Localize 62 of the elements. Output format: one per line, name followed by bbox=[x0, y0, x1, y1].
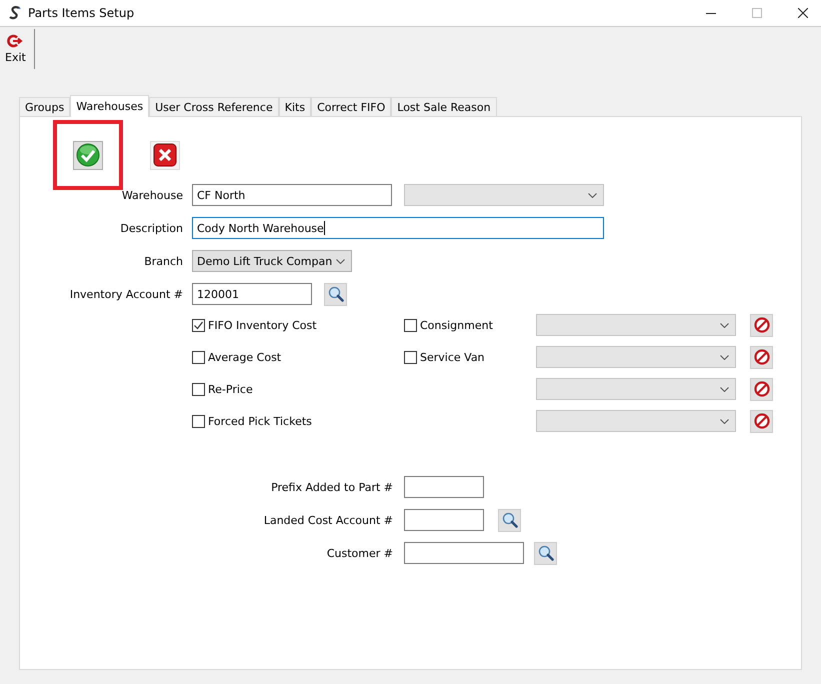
window-title: Parts Items Setup bbox=[28, 6, 134, 20]
field-label: Prefix Added to Part # bbox=[270, 480, 393, 494]
caret-icon bbox=[720, 386, 729, 392]
tab[interactable]: Correct FIFO bbox=[311, 97, 392, 116]
checkbox[interactable] bbox=[404, 350, 417, 364]
field-label: Landed Cost Account # bbox=[262, 514, 393, 526]
prohibited-icon bbox=[754, 349, 770, 365]
checkbox-option[interactable]: FIFO Inventory Cost bbox=[192, 318, 404, 332]
checkbox[interactable] bbox=[192, 350, 205, 364]
text-field[interactable] bbox=[404, 509, 484, 531]
clear-button[interactable] bbox=[750, 314, 773, 336]
field-label: Customer # bbox=[326, 546, 393, 560]
text-field[interactable]: CF North bbox=[192, 184, 392, 206]
clear-button[interactable] bbox=[750, 346, 773, 368]
search-button[interactable] bbox=[324, 282, 347, 306]
search-button[interactable] bbox=[534, 542, 557, 564]
app-icon bbox=[9, 6, 21, 20]
checkbox-option[interactable]: Re-Price bbox=[192, 382, 404, 396]
checkbox-option[interactable]: Average Cost bbox=[192, 350, 404, 364]
dropdown[interactable]: Demo Lift Truck Compan bbox=[192, 250, 352, 272]
checkbox[interactable] bbox=[192, 414, 205, 428]
prohibited-icon bbox=[754, 413, 770, 429]
search-icon bbox=[328, 286, 344, 302]
prohibited-icon bbox=[754, 317, 770, 333]
caret-icon bbox=[720, 354, 729, 360]
tab[interactable]: User Cross Reference bbox=[149, 97, 279, 116]
search-icon bbox=[538, 545, 554, 561]
search-button[interactable] bbox=[498, 508, 521, 532]
caret-icon bbox=[720, 322, 729, 328]
caret-icon bbox=[720, 418, 729, 424]
field-label: Description bbox=[119, 222, 183, 234]
checkmark-icon bbox=[76, 143, 100, 167]
tab[interactable]: Warehouses bbox=[70, 95, 150, 117]
clear-button[interactable] bbox=[750, 378, 773, 400]
field-label: Branch bbox=[143, 254, 183, 268]
text-field[interactable]: Cody North Warehouse bbox=[192, 217, 604, 239]
tab[interactable]: Lost Sale Reason bbox=[391, 97, 497, 116]
field-label: Warehouse bbox=[120, 188, 183, 202]
tab[interactable]: Kits bbox=[278, 97, 312, 116]
close-icon[interactable] bbox=[798, 8, 808, 18]
text-field[interactable] bbox=[404, 476, 484, 498]
tab[interactable]: Groups bbox=[19, 97, 70, 116]
checkbox-option[interactable]: Service Van bbox=[404, 350, 536, 364]
checkbox[interactable] bbox=[192, 382, 205, 396]
text-field[interactable] bbox=[404, 542, 524, 564]
cross-icon bbox=[153, 143, 177, 167]
checkbox[interactable] bbox=[404, 318, 417, 332]
save-button[interactable] bbox=[73, 140, 103, 170]
cancel-button[interactable] bbox=[150, 140, 180, 170]
exit-button[interactable]: Exit bbox=[4, 32, 27, 66]
checkbox[interactable] bbox=[192, 318, 205, 332]
prohibited-icon bbox=[754, 381, 770, 397]
field-label: Inventory Account # bbox=[68, 288, 183, 300]
checkmark-icon bbox=[193, 320, 204, 330]
checkbox-option[interactable]: Consignment bbox=[404, 318, 536, 332]
search-icon bbox=[502, 512, 518, 528]
clear-button[interactable] bbox=[750, 410, 773, 432]
exit-icon bbox=[7, 34, 24, 48]
caret-icon bbox=[588, 192, 597, 198]
checkbox-option[interactable]: Forced Pick Tickets bbox=[192, 414, 404, 428]
text-field[interactable]: 120001 bbox=[192, 283, 312, 305]
caret-icon bbox=[336, 258, 345, 264]
